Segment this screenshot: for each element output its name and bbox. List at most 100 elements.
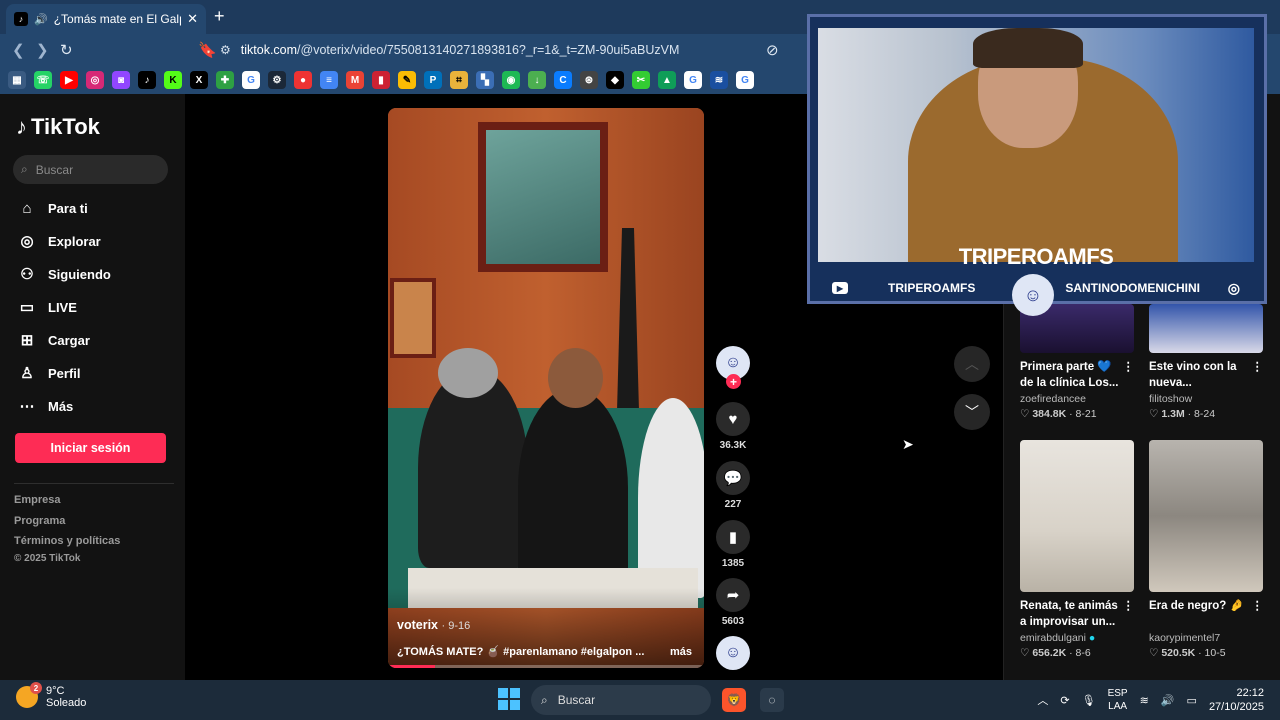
bookmark-app-icon[interactable]: ● — [294, 71, 312, 89]
card-author-wrap[interactable]: emirabdulgani ● — [1020, 632, 1134, 644]
twitch-icon[interactable]: ◙ — [112, 71, 130, 89]
recommended-card[interactable]: Renata, te animás a improvisar un... ⋮ em… — [1020, 440, 1134, 659]
caption-more-button[interactable]: más — [670, 646, 692, 658]
like-action[interactable]: ♥ 36.3K — [716, 402, 750, 451]
apps-icon[interactable]: ▦ — [8, 71, 26, 89]
bookmark-app-icon[interactable]: ✚ — [216, 71, 234, 89]
bookmark-icon[interactable]: ▮ — [716, 520, 750, 554]
nav-item-mas[interactable]: ⋯ Más — [18, 392, 178, 420]
brave-browser-icon[interactable]: 🦁 — [722, 688, 746, 712]
reload-icon[interactable]: ↻ — [60, 41, 73, 59]
tiktok-icon[interactable]: ♪ — [138, 71, 156, 89]
card-date: 8-6 — [1075, 647, 1091, 659]
clock[interactable]: 22:12 27/10/2025 — [1209, 686, 1264, 714]
search-input[interactable]: ⌕ Buscar — [13, 155, 168, 184]
bookmark-app-icon[interactable]: ✎ — [398, 71, 416, 89]
bookmark-app-icon[interactable]: ▚ — [476, 71, 494, 89]
new-tab-icon[interactable]: + — [214, 6, 225, 27]
login-button[interactable]: Iniciar sesión — [15, 433, 166, 463]
bookmark-app-icon[interactable]: ⊛ — [580, 71, 598, 89]
nav-item-para-ti[interactable]: ⌂ Para ti — [18, 194, 178, 222]
nav-label: Para ti — [48, 200, 88, 216]
recommended-card[interactable]: Este vino con la nueva... ⋮ filitoshow ♡ … — [1149, 304, 1263, 420]
more-options-icon[interactable]: ⋮ — [1252, 598, 1264, 614]
video-progress-bar[interactable] — [388, 665, 704, 668]
site-info-icon[interactable]: ⚙ — [220, 43, 231, 57]
browser-tab[interactable]: ♪ 🔊 ¿Tomás mate en El Galpón? | ✕ — [6, 4, 206, 34]
sync-icon[interactable]: ⟳ — [1060, 694, 1069, 707]
heart-icon[interactable]: ♥ — [716, 402, 750, 436]
recommended-card[interactable]: Era de negro? 🤌 ⋮ kaorypimentel7 ♡ 520.5K… — [1149, 440, 1263, 659]
tiktok-logo[interactable]: ♪ TikTok — [16, 114, 100, 140]
back-icon[interactable]: ❮ — [12, 41, 25, 59]
video-thumbnail[interactable] — [1020, 440, 1134, 592]
microphone-icon[interactable]: 🎙 — [1082, 694, 1096, 707]
google-icon[interactable]: G — [242, 71, 260, 89]
bookmark-app-icon[interactable]: C — [554, 71, 572, 89]
kick-icon[interactable]: K — [164, 71, 182, 89]
youtube-icon[interactable]: ▶ — [60, 71, 78, 89]
language-indicator[interactable]: ESP LAA — [1108, 687, 1128, 713]
more-options-icon[interactable]: ⋮ — [1123, 359, 1135, 375]
bookmark-app-icon[interactable]: ≋ — [710, 71, 728, 89]
bookmark-app-icon[interactable]: ⌗ — [450, 71, 468, 89]
footer-link-empresa[interactable]: Empresa — [14, 494, 60, 506]
docs-icon[interactable]: ≡ — [320, 71, 338, 89]
nav-item-live[interactable]: ▭ LIVE — [18, 293, 178, 321]
comment-action[interactable]: 💬 227 — [716, 461, 750, 510]
x-icon[interactable]: X — [190, 71, 208, 89]
google-icon[interactable]: G — [684, 71, 702, 89]
weather-widget[interactable]: 2 9°C Soleado — [16, 682, 86, 709]
footer-link-programa[interactable]: Programa — [14, 515, 65, 527]
steam-icon[interactable]: ⚙ — [268, 71, 286, 89]
drive-icon[interactable]: ▲ — [658, 71, 676, 89]
nav-item-explorar[interactable]: ◎ Explorar — [18, 227, 178, 255]
volume-icon[interactable]: 🔊 — [1161, 694, 1175, 707]
more-options-icon[interactable]: ⋮ — [1123, 598, 1135, 614]
footer-link-terminos[interactable]: Términos y políticas — [14, 535, 120, 547]
gmail-icon[interactable]: M — [346, 71, 364, 89]
taskbar-search[interactable]: ⌕ Buscar — [531, 685, 711, 715]
app-icon[interactable]: ◌ — [760, 688, 784, 712]
nav-item-cargar[interactable]: ⊞ Cargar — [18, 326, 178, 354]
card-author[interactable]: filitoshow — [1149, 393, 1263, 405]
speaker-icon[interactable]: 🔊 — [34, 13, 48, 26]
bookmark-app-icon[interactable]: ▮ — [372, 71, 390, 89]
comment-icon[interactable]: 💬 — [716, 461, 750, 495]
download-icon[interactable]: ↓ — [528, 71, 546, 89]
next-video-button[interactable]: ﹀ — [954, 394, 990, 430]
chevron-up-icon[interactable]: ︿ — [1037, 692, 1048, 708]
video-thumbnail[interactable] — [1149, 440, 1263, 592]
paypal-icon[interactable]: P — [424, 71, 442, 89]
music-disc-avatar[interactable]: ☺ — [716, 636, 750, 670]
follow-button[interactable]: + — [726, 374, 741, 389]
bookmark-app-icon[interactable]: ◆ — [606, 71, 624, 89]
save-action[interactable]: ▮ 1385 — [716, 520, 750, 569]
more-options-icon[interactable]: ⋮ — [1252, 359, 1264, 375]
wifi-icon[interactable]: ≋ — [1140, 694, 1149, 707]
instagram-icon[interactable]: ◎ — [86, 71, 104, 89]
previous-video-button[interactable]: ︿ — [954, 346, 990, 382]
bookmark-icon[interactable]: 🔖 — [198, 41, 217, 59]
battery-icon[interactable]: ▭ — [1187, 694, 1197, 707]
share-action[interactable]: ➦ 5603 — [716, 578, 750, 627]
spotify-icon[interactable]: ◉ — [502, 71, 520, 89]
video-author[interactable]: voterix · 9-16 — [397, 618, 470, 632]
whatsapp-icon[interactable]: ☏ — [34, 71, 52, 89]
url-field[interactable]: ⚙ tiktok.com/@voterix/video/755081314027… — [220, 39, 800, 61]
recommended-card[interactable]: Primera parte 💙 de la clínica Los... ⋮ zo… — [1020, 304, 1134, 420]
tracking-icon[interactable]: ⊘ — [766, 41, 779, 59]
video-thumbnail[interactable] — [1149, 304, 1263, 353]
forward-icon[interactable]: ❯ — [36, 41, 49, 59]
share-icon[interactable]: ➦ — [716, 578, 750, 612]
card-author[interactable]: kaorypimentel7 — [1149, 632, 1263, 644]
card-author[interactable]: zoefiredancee — [1020, 393, 1134, 405]
user-icon: ⚇ — [20, 266, 34, 283]
bookmark-app-icon[interactable]: ✂ — [632, 71, 650, 89]
windows-start-icon[interactable] — [498, 688, 520, 710]
nav-item-siguiendo[interactable]: ⚇ Siguiendo — [18, 260, 178, 288]
nav-item-perfil[interactable]: ♙ Perfil — [18, 359, 178, 387]
video-player[interactable]: voterix · 9-16 ¿TOMÁS MATE? 🧉 #parenlama… — [388, 108, 704, 668]
close-tab-icon[interactable]: ✕ — [187, 11, 198, 27]
google-icon[interactable]: G — [736, 71, 754, 89]
